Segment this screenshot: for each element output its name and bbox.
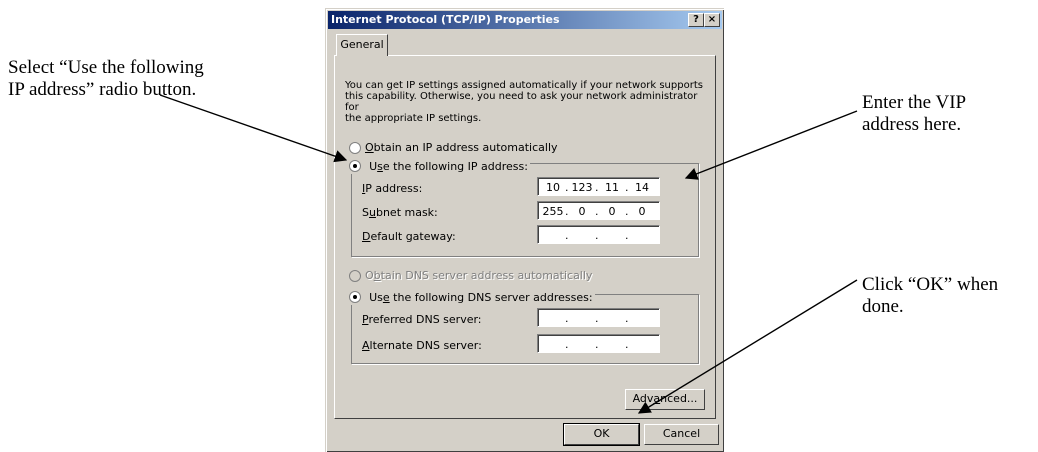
default-gateway-field[interactable]: . . .: [537, 225, 660, 244]
callout-enter-vip: Enter the VIP address here.: [862, 92, 966, 136]
info-line: this capability. Otherwise, you need to …: [345, 91, 698, 113]
callout-click-ok: Click “OK” when done.: [862, 274, 998, 318]
tcpip-properties-dialog: Internet Protocol (TCP/IP) Properties ? …: [325, 8, 724, 452]
dot-separator: .: [595, 338, 599, 351]
ok-button[interactable]: OK: [563, 423, 640, 446]
subnet-mask-label: Subnet mask:: [362, 206, 438, 219]
obtain-dns-auto-radio[interactable]: [349, 270, 361, 282]
octet: 0: [578, 205, 586, 218]
general-panel: You can get IP settings assigned automat…: [334, 55, 716, 419]
dot-separator: .: [625, 181, 629, 194]
cancel-button[interactable]: Cancel: [644, 424, 719, 445]
octet: 0: [638, 205, 646, 218]
callout-line: address here.: [862, 114, 962, 135]
use-following-ip-label[interactable]: Use the following IP address:: [369, 160, 528, 173]
callout-line: Enter the VIP: [862, 92, 967, 113]
callout-line: Select “Use the following: [8, 57, 204, 78]
obtain-ip-auto-label[interactable]: Obtain an IP address automatically: [365, 141, 558, 154]
octet: 14: [635, 181, 649, 194]
info-line: the appropriate IP settings.: [345, 113, 482, 124]
dot-separator: .: [625, 312, 629, 325]
tab-general[interactable]: General: [336, 34, 388, 56]
preferred-dns-field[interactable]: . . .: [537, 308, 660, 327]
use-following-dns-radio[interactable]: [349, 290, 361, 303]
close-button[interactable]: ×: [704, 13, 720, 27]
dot-separator: .: [565, 338, 569, 351]
obtain-dns-auto-label[interactable]: Obtain DNS server address automatically: [365, 269, 592, 282]
dot-separator: .: [595, 205, 599, 218]
callout-line: IP address” radio button.: [8, 79, 197, 100]
info-text: You can get IP settings assigned automat…: [345, 80, 707, 124]
octet: 0: [608, 205, 616, 218]
help-button[interactable]: ?: [688, 13, 704, 27]
dot-separator: .: [625, 338, 629, 351]
dot-separator: .: [595, 181, 599, 194]
dot-separator: .: [595, 229, 599, 242]
default-gateway-label: Default gateway:: [362, 230, 456, 243]
obtain-ip-auto-radio[interactable]: [349, 142, 361, 154]
title-bar[interactable]: Internet Protocol (TCP/IP) Properties ? …: [328, 11, 722, 29]
arrow-to-radio: [159, 94, 348, 163]
subnet-mask-field[interactable]: 255. 0. 0. 0: [537, 201, 660, 220]
use-following-ip-radio[interactable]: [349, 159, 361, 172]
ip-address-field[interactable]: 10. 123. 11. 14: [537, 177, 660, 196]
callout-line: done.: [862, 296, 904, 317]
dot-separator: .: [565, 312, 569, 325]
info-line: You can get IP settings assigned automat…: [345, 80, 703, 91]
dialog-title: Internet Protocol (TCP/IP) Properties: [331, 13, 560, 26]
advanced-button[interactable]: Advanced...: [625, 389, 705, 410]
dot-separator: .: [595, 312, 599, 325]
dot-separator: .: [565, 181, 569, 194]
callout-select-radio: Select “Use the following IP address” ra…: [8, 57, 204, 101]
octet: 255: [542, 205, 564, 218]
dot-separator: .: [565, 205, 569, 218]
preferred-dns-label: Preferred DNS server:: [362, 313, 482, 326]
dot-separator: .: [625, 229, 629, 242]
callout-line: Click “OK” when: [862, 274, 999, 295]
ip-address-label: IP address:: [362, 182, 423, 195]
use-following-dns-label[interactable]: Use the following DNS server addresses:: [369, 291, 593, 304]
octet: 123: [571, 181, 593, 194]
octet: 10: [546, 181, 560, 194]
alternate-dns-label: Alternate DNS server:: [362, 339, 482, 352]
dot-separator: .: [565, 229, 569, 242]
use-dns-legend: Use the following DNS server addresses:: [347, 286, 595, 305]
dot-separator: .: [625, 205, 629, 218]
use-ip-legend: Use the following IP address:: [347, 155, 530, 174]
octet: 11: [605, 181, 619, 194]
alternate-dns-field[interactable]: . . .: [537, 334, 660, 353]
